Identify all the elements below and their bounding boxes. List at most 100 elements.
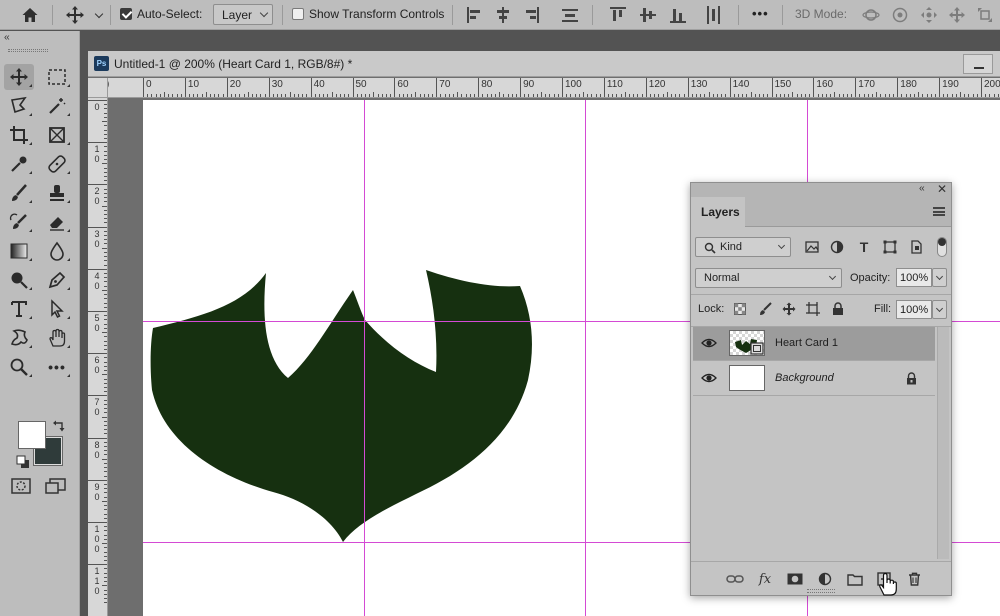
filter-adjustment-icon[interactable]: [828, 238, 846, 256]
crop-tool[interactable]: [4, 122, 34, 148]
3d-pan-icon[interactable]: [918, 3, 940, 27]
align-bottom-icon[interactable]: [670, 6, 686, 24]
panel-grip[interactable]: [8, 49, 48, 52]
stamp-tool[interactable]: [42, 180, 72, 206]
layer-row-background[interactable]: Background: [693, 362, 935, 396]
custom-shape-tool[interactable]: [4, 325, 34, 351]
filter-toggle[interactable]: [937, 237, 947, 257]
distribute-icon[interactable]: [562, 6, 578, 24]
default-colors-icon[interactable]: [16, 455, 30, 472]
lock-artboard-icon[interactable]: [804, 300, 822, 318]
panel-menu-icon[interactable]: [933, 207, 945, 216]
blend-mode-dropdown[interactable]: Normal: [695, 268, 842, 288]
show-transform-checkbox[interactable]: [292, 8, 304, 20]
opacity-input[interactable]: 100%: [896, 268, 932, 287]
ruler-tick: [888, 94, 890, 97]
chevron-down-icon[interactable]: [92, 3, 106, 27]
frame-tool[interactable]: [42, 122, 72, 148]
collapse-panel-icon[interactable]: ‹‹: [919, 183, 925, 194]
3d-scale-icon[interactable]: [974, 3, 996, 27]
layers-scrollbar[interactable]: [937, 327, 949, 559]
panel-resize-grip[interactable]: [807, 589, 835, 593]
zoom-tool[interactable]: [4, 354, 34, 380]
new-adjustment-layer-icon[interactable]: [815, 569, 835, 589]
guide-vertical[interactable]: [585, 100, 586, 616]
panel-header-strip[interactable]: ‹‹ ✕: [691, 182, 951, 197]
quick-mask-icon[interactable]: [10, 477, 32, 498]
delete-layer-icon[interactable]: [904, 569, 924, 589]
layer-name[interactable]: Heart Card 1: [775, 337, 838, 349]
add-layer-style-button[interactable]: fx: [755, 569, 775, 589]
align-right-icon[interactable]: [524, 6, 540, 24]
filter-shape-icon[interactable]: [881, 238, 899, 256]
filter-pixel-icon[interactable]: [803, 238, 821, 256]
lasso-tool[interactable]: [4, 93, 34, 119]
3d-slide-icon[interactable]: [946, 3, 968, 27]
swap-colors-icon[interactable]: [52, 419, 66, 436]
home-icon[interactable]: [16, 3, 44, 27]
3d-orbit-icon[interactable]: [860, 3, 882, 27]
align-horizontal-center-icon[interactable]: [495, 6, 511, 24]
ruler-tick: [147, 94, 149, 97]
dodge-tool[interactable]: [4, 267, 34, 293]
align-top-icon[interactable]: [610, 6, 626, 24]
eyedropper-tool[interactable]: [4, 151, 34, 177]
auto-select-checkbox[interactable]: [120, 8, 132, 20]
align-left-icon[interactable]: [466, 6, 482, 24]
document-tab[interactable]: Ps Untitled-1 @ 200% (Heart Card 1, RGB/…: [88, 51, 1000, 77]
move-tool-icon[interactable]: [62, 3, 88, 27]
lock-position-icon[interactable]: [780, 300, 798, 318]
edit-toolbar-icon[interactable]: •••: [42, 354, 72, 380]
pen-tool[interactable]: [42, 267, 72, 293]
align-vertical-center-icon[interactable]: [640, 6, 656, 24]
move-tool[interactable]: [4, 64, 34, 90]
ruler-tick: [989, 94, 991, 97]
path-selection-tool[interactable]: [42, 296, 72, 322]
screen-mode-icon[interactable]: [44, 477, 68, 498]
healing-brush-tool[interactable]: [42, 151, 72, 177]
horizontal-ruler[interactable]: 0 10 20 30 40 50 60 70 80 90 100 110 120 130 140 150 160…: [108, 78, 1000, 98]
layer-row-heart-card-1[interactable]: Heart Card 1: [693, 327, 935, 361]
collapse-panel-icon[interactable]: ‹‹: [4, 32, 10, 43]
gradient-tool[interactable]: [4, 238, 34, 264]
add-mask-icon[interactable]: [785, 569, 805, 589]
filter-kind-dropdown[interactable]: Kind: [695, 237, 791, 257]
lock-transparent-icon[interactable]: [731, 300, 749, 318]
layer-thumbnail[interactable]: [729, 365, 765, 391]
auto-select-target-dropdown[interactable]: Layer: [213, 4, 273, 25]
filter-type-icon[interactable]: T: [855, 238, 873, 256]
ruler-tick: [591, 94, 593, 97]
ruler-tick: [469, 94, 471, 97]
close-icon[interactable]: ✕: [937, 182, 947, 196]
visibility-eye-icon[interactable]: [701, 335, 717, 351]
minimize-button[interactable]: [963, 54, 993, 74]
ruler-origin[interactable]: [88, 78, 108, 98]
foreground-color-swatch[interactable]: [18, 421, 46, 449]
distribute-vertical-icon[interactable]: [706, 6, 722, 24]
new-group-icon[interactable]: [845, 569, 865, 589]
link-layers-icon[interactable]: [725, 569, 745, 589]
marquee-tool[interactable]: [42, 64, 72, 90]
layer-name[interactable]: Background: [775, 372, 834, 384]
eraser-tool[interactable]: [42, 209, 72, 235]
3d-roll-icon[interactable]: [889, 3, 911, 27]
type-tool[interactable]: [4, 296, 34, 322]
vertical-ruler[interactable]: 0 10 20 30 40 50 60 70 80 90 100 110: [88, 98, 108, 616]
lock-all-icon[interactable]: [829, 300, 847, 318]
fill-dropdown[interactable]: [932, 300, 947, 319]
fill-label: Fill:: [874, 303, 892, 315]
lock-image-icon[interactable]: [756, 300, 774, 318]
guide-vertical[interactable]: [364, 100, 365, 616]
hand-tool[interactable]: [42, 325, 72, 351]
visibility-eye-icon[interactable]: [701, 370, 717, 386]
fill-input[interactable]: 100%: [896, 300, 932, 319]
filter-smart-object-icon[interactable]: [907, 238, 925, 256]
opacity-dropdown[interactable]: [932, 268, 947, 287]
history-brush-tool[interactable]: [4, 209, 34, 235]
layer-thumbnail[interactable]: [729, 330, 765, 356]
tab-layers[interactable]: Layers: [691, 197, 745, 228]
blur-tool[interactable]: [42, 238, 72, 264]
more-options-button[interactable]: •••: [752, 6, 769, 21]
magic-wand-tool[interactable]: [42, 93, 72, 119]
brush-tool[interactable]: [4, 180, 34, 206]
